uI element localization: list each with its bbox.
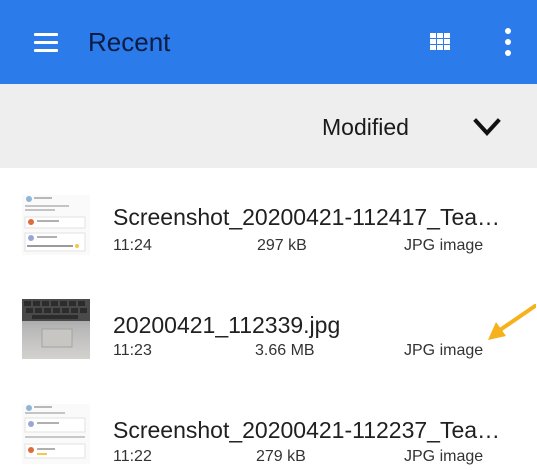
file-type: JPG image <box>404 237 484 254</box>
laptop-photo-thumbnail-icon <box>22 299 90 359</box>
file-size: 3.66 MB <box>255 342 315 359</box>
more-vert-icon[interactable] <box>494 24 522 60</box>
file-row[interactable]: Screenshot_20200421-112417_Tea… 11:24 29… <box>0 185 537 280</box>
file-name: Screenshot_20200421-112417_Tea… <box>113 204 501 230</box>
file-time: 11:22 <box>113 448 152 465</box>
file-type: JPG image <box>404 448 484 465</box>
files-app: Recent Modified Screenshot_20200421-1124… <box>0 0 537 470</box>
file-size: 279 kB <box>256 448 306 465</box>
grid-view-icon[interactable] <box>424 26 456 58</box>
top-app-bar: Recent <box>0 0 537 84</box>
file-type: JPG image <box>404 342 484 359</box>
hamburger-menu-icon[interactable] <box>28 24 64 60</box>
file-name: 20200421_112339.jpg <box>113 312 341 338</box>
screenshot-thumbnail-icon <box>22 195 90 255</box>
file-time: 11:24 <box>113 237 152 254</box>
yellow-pointer-arrow-icon <box>484 300 537 346</box>
file-row[interactable]: Screenshot_20200421-112237_Tea… 11:22 27… <box>0 375 537 470</box>
sort-by-modified-button[interactable]: Modified <box>322 112 409 142</box>
chevron-down-icon[interactable] <box>472 116 502 140</box>
file-size: 297 kB <box>257 237 307 254</box>
screenshot-thumbnail-icon <box>22 404 90 464</box>
file-name: Screenshot_20200421-112237_Tea… <box>113 417 501 443</box>
sort-bar: Modified <box>0 84 537 168</box>
page-title: Recent <box>88 27 171 57</box>
file-time: 11:23 <box>113 342 152 359</box>
file-row[interactable]: 20200421_112339.jpg 11:23 3.66 MB JPG im… <box>0 280 537 375</box>
